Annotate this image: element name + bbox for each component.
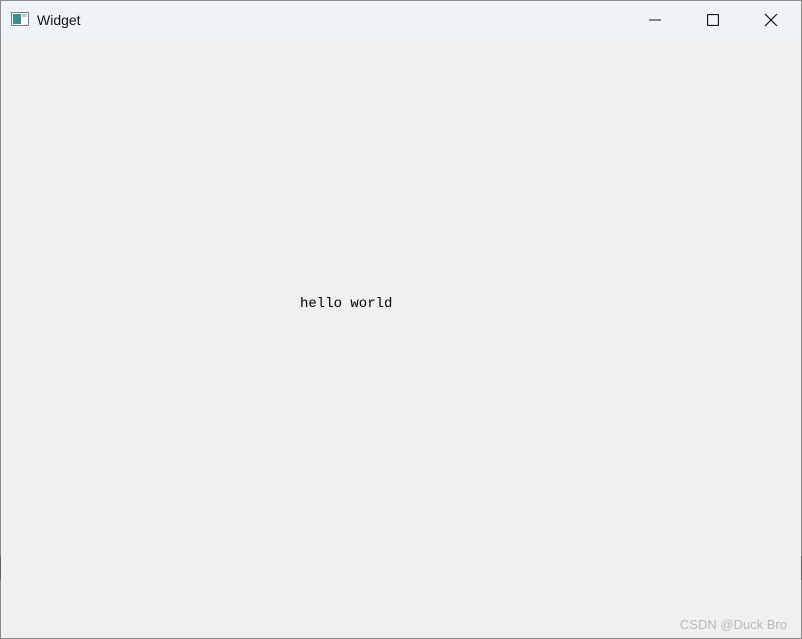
maximize-button[interactable] (684, 1, 742, 38)
minimize-button[interactable] (626, 1, 684, 38)
close-button[interactable] (742, 1, 800, 38)
app-window: Widget hello world CSDN @Duck Bro (0, 0, 802, 639)
title-bar[interactable]: Widget (1, 1, 801, 38)
minimize-icon (649, 14, 661, 26)
left-edge-marker (0, 556, 1, 580)
app-window-icon (11, 12, 29, 26)
maximize-icon (707, 13, 719, 26)
hello-world-label: hello world (300, 296, 393, 312)
watermark-text: CSDN @Duck Bro (679, 617, 787, 632)
window-title: Widget (37, 12, 81, 28)
client-area: hello world (1, 38, 801, 638)
close-icon (764, 13, 778, 27)
